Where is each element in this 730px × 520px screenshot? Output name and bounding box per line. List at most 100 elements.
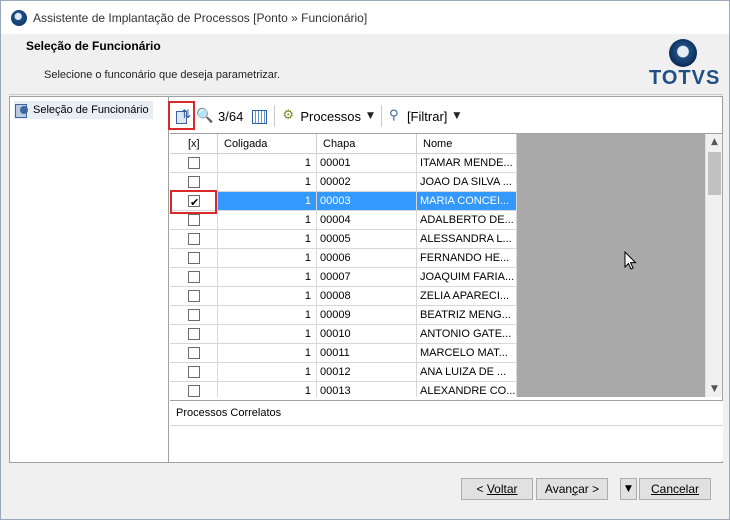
chapa-cell: 00007 [317, 268, 417, 287]
wizard-window: Assistente de Implantação de Processos [… [0, 0, 730, 520]
chapa-cell: 00013 [317, 382, 417, 397]
chapa-cell: 00012 [317, 363, 417, 382]
grid-icon [251, 108, 268, 124]
table-row[interactable]: 100003MARIA CONCEI... [170, 192, 517, 211]
table-row[interactable]: 1 00006 FERNANDO HE... [170, 249, 517, 268]
row-checkbox[interactable] [188, 290, 200, 302]
grid-view-button[interactable] [247, 105, 271, 127]
select-cell [170, 344, 218, 363]
row-checkbox[interactable] [188, 385, 200, 397]
toolbar-separator [274, 105, 276, 127]
header-divider [9, 94, 723, 95]
column-header-nome[interactable]: Nome [417, 134, 517, 154]
row-checkbox[interactable] [188, 271, 200, 283]
coligada-cell: 1 [218, 173, 317, 192]
step-item-label: Seleção de Funcionário [33, 104, 149, 116]
row-checkbox[interactable] [188, 233, 200, 245]
binoculars-icon: 🔍 [196, 108, 214, 124]
correlatos-divider [170, 425, 723, 426]
select-cell [170, 306, 218, 325]
table-row[interactable]: 1 00002 JOAO DA SILVA ... [170, 173, 517, 192]
record-count: 3/64 [218, 108, 244, 124]
avancar-suffix: ar > [578, 482, 600, 496]
table-row[interactable]: 1 00009 BEATRIZ MENG... [170, 306, 517, 325]
coligada-cell: 1 [218, 382, 317, 397]
page-title: Seleção de Funcionário [26, 39, 161, 53]
coligada-cell: 1 [218, 154, 317, 173]
grid-toolbar: 🔍 3/64 ⚙ Processos ▼ ⚲ [Filtrar] ▼ [170, 103, 723, 129]
more-menu-button[interactable]: ▼ [620, 478, 637, 500]
table-row[interactable]: 1 00001 ITAMAR MENDE... [170, 154, 517, 173]
row-checkbox[interactable] [188, 214, 200, 226]
select-cell [170, 325, 218, 344]
page-subtitle: Selecione o funconário que deseja parame… [44, 69, 281, 81]
row-checkbox[interactable] [188, 252, 200, 264]
employee-grid[interactable]: [x] Coligada Chapa Nome 1 00001 ITAMAR MEN… [170, 133, 723, 397]
row-checkbox[interactable] [188, 176, 200, 188]
nome-cell: BEATRIZ MENG... [417, 306, 517, 325]
nome-cell: ITAMAR MENDE... [417, 154, 517, 173]
coligada-cell: 1 [218, 363, 317, 382]
coligada-cell: 1 [218, 287, 317, 306]
select-cell [170, 154, 218, 173]
find-button[interactable]: 🔍 [194, 105, 214, 127]
nome-cell: MARCELO MAT... [417, 344, 517, 363]
row-checkbox[interactable] [188, 366, 200, 378]
scroll-up-icon[interactable]: ▲ [706, 134, 723, 151]
table-row[interactable]: 1 00012 ANA LUIZA DE ... [170, 363, 517, 382]
table-row[interactable]: 1 00011 MARCELO MAT... [170, 344, 517, 363]
table-row[interactable]: 1 00008 ZELIA APARECI... [170, 287, 517, 306]
voltar-label: Voltar [486, 482, 518, 496]
totvs-logo: TOTVS [649, 36, 721, 92]
coligada-cell: 1 [218, 249, 317, 268]
table-row[interactable]: 1 00005 ALESSANDRA L... [170, 230, 517, 249]
title-bar: Assistente de Implantação de Processos [… [1, 1, 729, 34]
nome-cell: ALESSANDRA L... [417, 230, 517, 249]
nome-cell: ADALBERTO DE... [417, 211, 517, 230]
logo-ring-icon [669, 39, 697, 67]
table-row[interactable]: 1 00013 ALEXANDRE CO... [170, 382, 517, 397]
processos-dropdown[interactable]: ⚙ Processos ▼ [278, 105, 378, 127]
gears-icon: ⚙ [282, 108, 294, 123]
column-header-select[interactable]: [x] [170, 134, 218, 154]
scroll-thumb[interactable] [708, 152, 721, 195]
column-header-chapa[interactable]: Chapa [317, 134, 417, 154]
grid-vscroll[interactable]: ▲ ▼ [705, 134, 722, 397]
row-checkbox[interactable] [188, 347, 200, 359]
grid-content: [x] Coligada Chapa Nome 1 00001 ITAMAR MEN… [170, 134, 517, 397]
select-cell [170, 363, 218, 382]
table-row[interactable]: 1 00007 JOAQUIM FARIA... [170, 268, 517, 287]
table-row[interactable]: 1 00004 ADALBERTO DE... [170, 211, 517, 230]
coligada-cell: 1 [218, 211, 317, 230]
chapa-cell: 00002 [317, 173, 417, 192]
coligada-cell: 1 [218, 344, 317, 363]
nome-cell: ALEXANDRE CO... [417, 382, 517, 397]
row-checkbox[interactable] [188, 157, 200, 169]
select-cell [170, 287, 218, 306]
wizard-body: Seleção de Funcionário 🔍 3/64 ⚙ Processo… [9, 96, 723, 463]
chapa-cell: 00004 [317, 211, 417, 230]
chapa-cell: 00009 [317, 306, 417, 325]
coligada-cell: 1 [218, 325, 317, 344]
nome-cell: JOAO DA SILVA ... [417, 173, 517, 192]
cancelar-label: Cancelar [650, 482, 700, 496]
filter-icon: ⚲ [388, 108, 399, 123]
nome-cell: JOAQUIM FARIA... [417, 268, 517, 287]
avancar-prefix: Avan [544, 482, 573, 496]
grid-header: [x] Coligada Chapa Nome [170, 134, 517, 154]
row-checkbox[interactable] [188, 328, 200, 340]
chapa-cell: 00010 [317, 325, 417, 344]
avancar-button[interactable]: Avançar > [536, 478, 608, 500]
voltar-prefix: < [476, 482, 487, 496]
nome-cell: MARIA CONCEI... [417, 192, 517, 211]
page-icon [14, 103, 30, 118]
logo-text: TOTVS [649, 67, 721, 89]
table-row[interactable]: 1 00010 ANTONIO GATE... [170, 325, 517, 344]
row-checkbox[interactable] [188, 309, 200, 321]
scroll-down-icon[interactable]: ▼ [706, 381, 723, 397]
step-item-selecao[interactable]: Seleção de Funcionário [14, 101, 153, 119]
column-header-coligada[interactable]: Coligada [218, 134, 317, 154]
filtrar-dropdown[interactable]: ⚲ [Filtrar] ▼ [385, 105, 464, 127]
voltar-button[interactable]: < Voltar [461, 478, 533, 500]
cancelar-button[interactable]: Cancelar [639, 478, 711, 500]
